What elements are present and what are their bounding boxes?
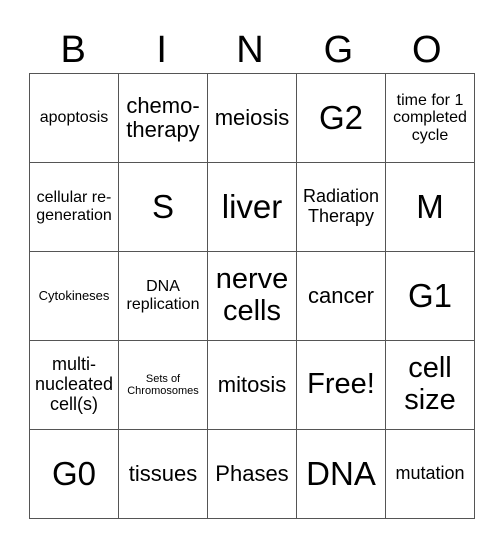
bingo-cell[interactable]: nerve cells <box>207 251 297 341</box>
bingo-cell[interactable]: cell size <box>385 340 475 430</box>
grid-row: Cytokineses DNA replication nerve cells … <box>29 251 475 341</box>
bingo-grid: apoptosis chemo- therapy meiosis G2 time… <box>29 73 475 519</box>
bingo-cell[interactable]: multi- nucleated cell(s) <box>29 340 119 430</box>
header-letter-n: N <box>236 29 264 71</box>
grid-row: cellular re- generation S liver Radiatio… <box>29 162 475 252</box>
bingo-cell[interactable]: G1 <box>385 251 475 341</box>
bingo-cell[interactable]: Sets of Chromosomes <box>118 340 208 430</box>
bingo-cell[interactable]: G0 <box>29 429 119 519</box>
bingo-cell[interactable]: M <box>385 162 475 252</box>
bingo-cell[interactable]: Cytokineses <box>29 251 119 341</box>
bingo-cell[interactable]: chemo- therapy <box>118 73 208 163</box>
bingo-cell[interactable]: Radiation Therapy <box>296 162 386 252</box>
header-letter-b: B <box>60 29 86 71</box>
bingo-cell-free[interactable]: Free! <box>296 340 386 430</box>
bingo-cell[interactable]: Phases <box>207 429 297 519</box>
bingo-cell[interactable]: G2 <box>296 73 386 163</box>
bingo-cell[interactable]: apoptosis <box>29 73 119 163</box>
bingo-cell[interactable]: DNA <box>296 429 386 519</box>
bingo-cell[interactable]: mutation <box>385 429 475 519</box>
header-letter-g: G <box>323 29 354 71</box>
bingo-cell[interactable]: cancer <box>296 251 386 341</box>
bingo-cell[interactable]: mitosis <box>207 340 297 430</box>
bingo-cell[interactable]: tissues <box>118 429 208 519</box>
bingo-cell[interactable]: S <box>118 162 208 252</box>
bingo-cell[interactable]: meiosis <box>207 73 297 163</box>
bingo-cell[interactable]: time for 1 completed cycle <box>385 73 475 163</box>
grid-row: apoptosis chemo- therapy meiosis G2 time… <box>29 73 475 163</box>
bingo-cell[interactable]: cellular re- generation <box>29 162 119 252</box>
bingo-cell[interactable]: DNA replication <box>118 251 208 341</box>
bingo-cell[interactable]: liver <box>207 162 297 252</box>
grid-row: G0 tissues Phases DNA mutation <box>29 429 475 519</box>
grid-row: multi- nucleated cell(s) Sets of Chromos… <box>29 340 475 430</box>
header-letter-i: I <box>156 29 167 71</box>
bingo-header: B I N G O <box>29 28 471 72</box>
header-letter-o: O <box>412 29 442 71</box>
